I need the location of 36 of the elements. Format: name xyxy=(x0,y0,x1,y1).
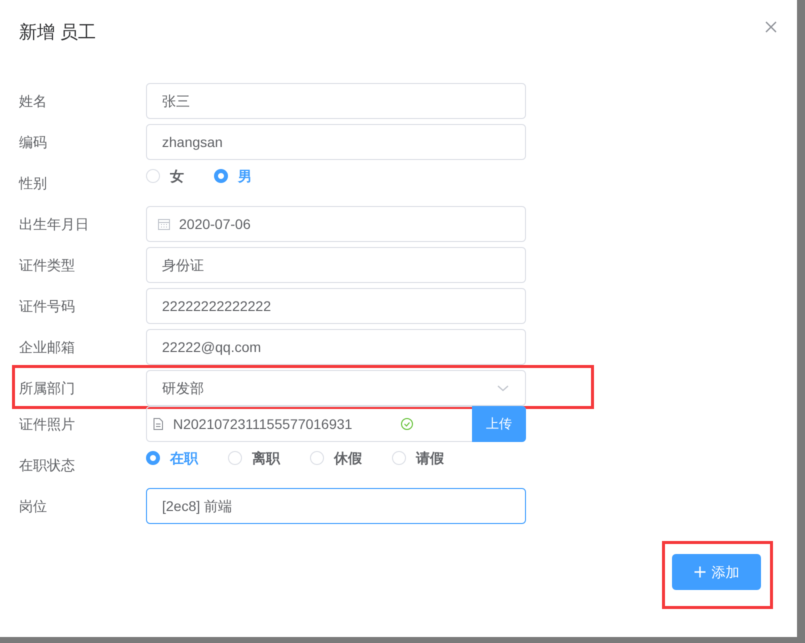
file-name: N2021072311155577016931 xyxy=(173,414,352,434)
field-label: 在职状态 xyxy=(19,456,76,475)
text-field[interactable]: [2ec8] 前端 xyxy=(146,488,526,524)
radio-button[interactable] xyxy=(146,451,160,465)
field-label: 编码 xyxy=(19,133,48,152)
radio-label: 离职 xyxy=(252,449,280,467)
field-label: 所属部门 xyxy=(19,379,76,398)
text-field[interactable]: 张三 xyxy=(146,83,526,119)
field-label: 岗位 xyxy=(19,497,48,516)
radio-label: 女 xyxy=(170,167,184,185)
radio-label: 休假 xyxy=(334,449,362,467)
radio-button[interactable] xyxy=(214,169,228,183)
document-icon xyxy=(151,417,165,431)
text-field[interactable]: 22222222222222 xyxy=(146,288,526,324)
radio-label: 请假 xyxy=(416,449,444,467)
field-label: 姓名 xyxy=(19,92,48,111)
select-field[interactable]: 研发部 xyxy=(146,370,526,406)
field-label: 证件类型 xyxy=(19,256,76,275)
field-label: 证件号码 xyxy=(19,297,76,316)
text-field[interactable]: zhangsan xyxy=(146,124,526,160)
field-label: 证件照片 xyxy=(19,415,76,434)
radio-label: 在职 xyxy=(170,449,198,467)
text-field[interactable]: 身份证 xyxy=(146,247,526,283)
dialog-title: 新增 员工 xyxy=(19,21,96,44)
upload-field[interactable]: N2021072311155577016931 上传 xyxy=(146,406,526,442)
text-field[interactable]: 22222@qq.com xyxy=(146,329,526,365)
date-field[interactable]: 2020-07-06 xyxy=(146,206,526,242)
field-label: 出生年月日 xyxy=(19,215,90,234)
field-label: 性别 xyxy=(19,174,48,193)
plus-icon xyxy=(694,566,706,578)
radio-label: 男 xyxy=(238,167,252,185)
close-icon[interactable] xyxy=(765,21,777,33)
date-value: 2020-07-06 xyxy=(179,214,251,234)
field-label: 企业邮箱 xyxy=(19,338,76,357)
calendar-icon xyxy=(157,217,171,231)
select-value: 研发部 xyxy=(162,378,204,398)
